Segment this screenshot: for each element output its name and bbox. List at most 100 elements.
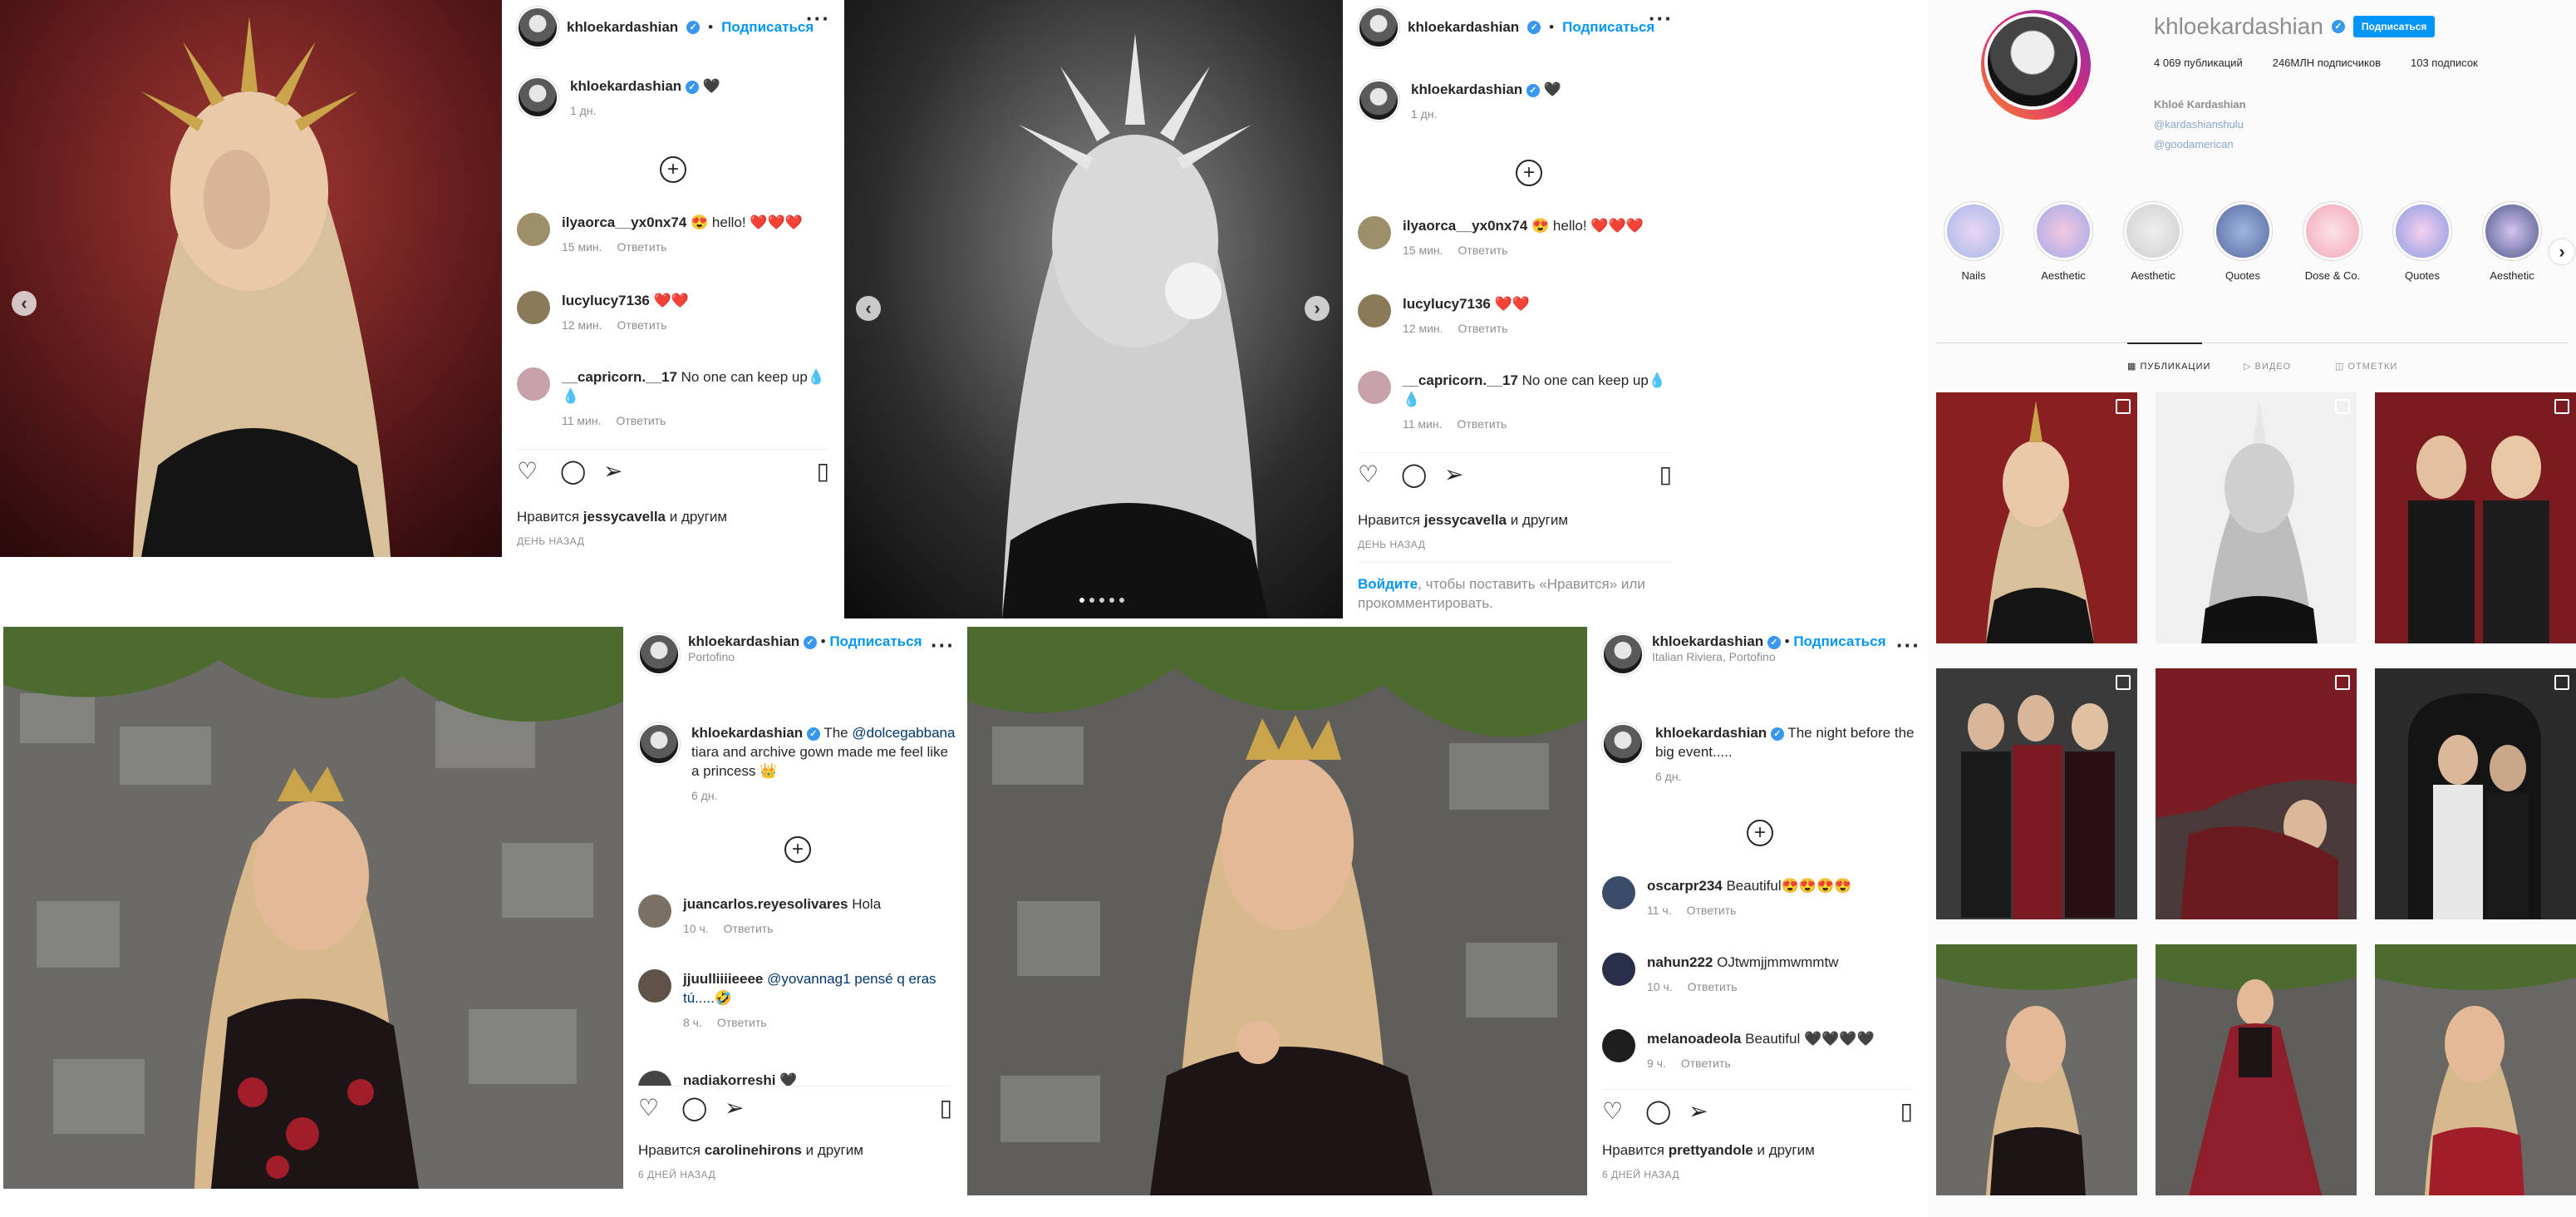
- profile-avatar[interactable]: [1981, 10, 2091, 120]
- post1-prev-arrow[interactable]: ‹: [12, 291, 37, 316]
- comment-user[interactable]: melanoadeola: [1647, 1031, 1741, 1047]
- post3-photo[interactable]: [3, 627, 623, 1189]
- grid-post[interactable]: [2156, 392, 2357, 643]
- tab-video[interactable]: ▷ ВИДЕО: [2244, 361, 2291, 372]
- highlight[interactable]: Nails: [1936, 201, 2011, 282]
- post2-photo[interactable]: [844, 0, 1343, 618]
- load-more-icon[interactable]: +: [660, 156, 686, 183]
- location[interactable]: Portofino: [688, 650, 922, 663]
- load-more-icon[interactable]: +: [1516, 160, 1542, 186]
- save-icon[interactable]: ▯: [1659, 463, 1672, 486]
- grid-post[interactable]: [2375, 668, 2576, 919]
- like-icon[interactable]: ♡: [1602, 1100, 1623, 1123]
- highlight[interactable]: Aesthetic: [2026, 201, 2101, 282]
- load-more-icon[interactable]: +: [1747, 820, 1773, 846]
- reply-button[interactable]: Ответить: [617, 318, 667, 332]
- follow-button[interactable]: Подписаться: [721, 19, 814, 36]
- avatar[interactable]: [1358, 371, 1391, 404]
- likes-suffix[interactable]: и другим: [670, 509, 727, 525]
- avatar[interactable]: [638, 633, 680, 675]
- comment-icon[interactable]: ◯: [681, 1096, 707, 1120]
- share-icon[interactable]: ➢: [1444, 463, 1463, 486]
- caption-user[interactable]: khloekardashian: [570, 78, 681, 94]
- save-icon[interactable]: ▯: [940, 1096, 952, 1120]
- comment-icon[interactable]: ◯: [1401, 463, 1427, 486]
- avatar[interactable]: [1358, 7, 1399, 48]
- save-icon[interactable]: ▯: [817, 460, 829, 483]
- login-link[interactable]: Войдите: [1358, 576, 1418, 592]
- avatar[interactable]: [1358, 80, 1399, 121]
- grid-post[interactable]: [1936, 392, 2137, 643]
- reply-button[interactable]: Ответить: [1458, 322, 1508, 335]
- grid-post[interactable]: [2375, 392, 2576, 643]
- followers-count[interactable]: 246МЛН подписчиков: [2273, 57, 2381, 69]
- avatar[interactable]: [638, 894, 671, 928]
- more-options-icon[interactable]: ···: [806, 7, 830, 29]
- share-icon[interactable]: ➢: [725, 1096, 744, 1120]
- bio-link-1[interactable]: @kardashianshulu: [2154, 115, 2246, 135]
- like-icon[interactable]: ♡: [517, 460, 538, 483]
- comment-user[interactable]: oscarpr234: [1647, 878, 1723, 894]
- likes-suffix[interactable]: и другим: [1757, 1142, 1815, 1158]
- highlight[interactable]: Quotes: [2385, 201, 2460, 282]
- reply-button[interactable]: Ответить: [724, 922, 774, 935]
- avatar[interactable]: [517, 213, 550, 246]
- load-more-icon[interactable]: +: [784, 836, 811, 863]
- reply-button[interactable]: Ответить: [1458, 417, 1507, 431]
- likes-user[interactable]: jessycavella: [1424, 512, 1507, 528]
- grid-post[interactable]: [2156, 944, 2357, 1195]
- avatar[interactable]: [1602, 723, 1644, 765]
- comment-user[interactable]: __capricorn.__17: [1403, 372, 1518, 388]
- more-options-icon[interactable]: ···: [1649, 7, 1673, 29]
- avatar[interactable]: [517, 76, 558, 118]
- likes-user[interactable]: jessycavella: [583, 509, 666, 525]
- comment-user[interactable]: lucylucy7136: [562, 293, 650, 308]
- like-icon[interactable]: ♡: [638, 1096, 659, 1120]
- more-options-icon[interactable]: ···: [931, 634, 955, 656]
- caption-user[interactable]: khloekardashian: [1655, 725, 1767, 741]
- grid-post[interactable]: [2375, 944, 2576, 1195]
- avatar[interactable]: [1602, 953, 1635, 986]
- highlight[interactable]: Quotes: [2205, 201, 2280, 282]
- comment-user[interactable]: lucylucy7136: [1403, 296, 1491, 312]
- avatar[interactable]: [1358, 216, 1391, 249]
- avatar[interactable]: [638, 969, 671, 1003]
- username[interactable]: khloekardashian: [1652, 633, 1763, 649]
- reply-button[interactable]: Ответить: [1681, 1057, 1731, 1070]
- comment-user[interactable]: __capricorn.__17: [562, 369, 677, 385]
- follow-button[interactable]: Подписаться: [1793, 633, 1885, 649]
- comment-icon[interactable]: ◯: [560, 460, 586, 483]
- highlight[interactable]: Aesthetic: [2475, 201, 2549, 282]
- reply-button[interactable]: Ответить: [1688, 980, 1738, 993]
- likes-user[interactable]: prettyandole: [1669, 1142, 1753, 1158]
- tab-tagged[interactable]: ◫ ОТМЕТКИ: [2335, 361, 2397, 372]
- avatar[interactable]: [517, 367, 550, 401]
- following-count[interactable]: 103 подписок: [2411, 57, 2478, 69]
- avatar[interactable]: [1358, 294, 1391, 328]
- reply-button[interactable]: Ответить: [1458, 244, 1508, 257]
- reply-button[interactable]: Ответить: [617, 414, 666, 427]
- highlight[interactable]: Dose & Co.: [2295, 201, 2370, 282]
- reply-button[interactable]: Ответить: [617, 240, 667, 254]
- avatar[interactable]: [1602, 1029, 1635, 1062]
- grid-post[interactable]: [1936, 944, 2137, 1195]
- tab-posts[interactable]: ▦ ПУБЛИКАЦИИ: [2127, 361, 2210, 372]
- username[interactable]: khloekardashian: [688, 633, 799, 649]
- location[interactable]: Italian Riviera, Portofino: [1652, 650, 1885, 663]
- likes-suffix[interactable]: и другим: [806, 1142, 863, 1158]
- likes-user[interactable]: carolinehirons: [705, 1142, 802, 1158]
- avatar[interactable]: [517, 7, 558, 48]
- post4-photo[interactable]: [967, 627, 1587, 1195]
- caption-user[interactable]: khloekardashian: [1411, 81, 1522, 97]
- save-icon[interactable]: ▯: [1900, 1100, 1913, 1123]
- comment-icon[interactable]: ◯: [1645, 1100, 1671, 1123]
- follow-button[interactable]: Подписаться: [829, 633, 922, 649]
- post2-prev-arrow[interactable]: ‹: [856, 296, 881, 321]
- avatar[interactable]: [638, 723, 680, 765]
- comment-user[interactable]: ilyaorca__yx0nx74: [1403, 218, 1527, 234]
- username[interactable]: khloekardashian: [567, 19, 678, 36]
- highlight[interactable]: Aesthetic: [2116, 201, 2190, 282]
- highlights-next-arrow[interactable]: ›: [2549, 239, 2574, 264]
- grid-post[interactable]: [1936, 668, 2137, 919]
- comment-user[interactable]: ilyaorca__yx0nx74: [562, 214, 686, 230]
